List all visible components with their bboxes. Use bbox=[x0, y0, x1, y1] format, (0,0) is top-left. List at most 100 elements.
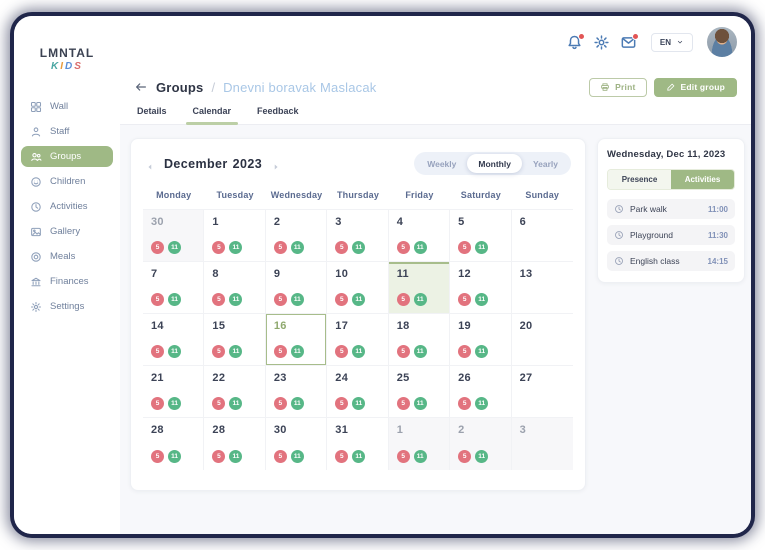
view-option-yearly[interactable]: Yearly bbox=[522, 154, 569, 173]
sidebar-item-groups[interactable]: Groups bbox=[21, 146, 113, 167]
tri-left-icon bbox=[145, 162, 155, 172]
calendar-day-cell[interactable]: 28511 bbox=[143, 418, 204, 470]
calendar-day-cell[interactable]: 17511 bbox=[327, 314, 388, 366]
prev-month-icon[interactable] bbox=[145, 159, 155, 169]
absent-count-badge: 5 bbox=[212, 345, 225, 358]
calendar-day-cell[interactable]: 16511 bbox=[266, 314, 327, 366]
sidebar-item-finances[interactable]: Finances bbox=[21, 271, 113, 292]
calendar-day-cell[interactable]: 13 bbox=[512, 262, 573, 314]
present-count-badge: 11 bbox=[475, 293, 488, 306]
activity-row[interactable]: Park walk11:00 bbox=[607, 199, 735, 219]
activity-name: Playground bbox=[630, 230, 673, 240]
present-count-badge: 11 bbox=[352, 345, 365, 358]
panel-tab-presence[interactable]: Presence bbox=[608, 170, 671, 189]
present-count-badge: 11 bbox=[291, 397, 304, 410]
calendar-day-cell[interactable]: 12511 bbox=[450, 262, 511, 314]
calendar-day-cell[interactable]: 21511 bbox=[143, 366, 204, 418]
activities-icon bbox=[30, 201, 42, 213]
calendar-day-cell[interactable]: 27 bbox=[512, 366, 573, 418]
calendar-day-cell[interactable]: 20 bbox=[512, 314, 573, 366]
present-count-badge: 11 bbox=[168, 241, 181, 254]
calendar-day-cell[interactable]: 28511 bbox=[204, 418, 265, 470]
day-badges: 511 bbox=[212, 397, 242, 410]
calendar-day-cell[interactable]: 23511 bbox=[266, 366, 327, 418]
weekday-label: Friday bbox=[389, 190, 450, 200]
absent-count-badge: 5 bbox=[397, 241, 410, 254]
activity-time: 11:30 bbox=[708, 231, 728, 240]
activity-time: 11:00 bbox=[708, 205, 728, 214]
edit-group-button[interactable]: Edit group bbox=[654, 78, 738, 97]
calendar-day-cell[interactable]: 2511 bbox=[450, 418, 511, 470]
panel-tab-activities[interactable]: Activities bbox=[671, 170, 734, 189]
calendar-day-cell[interactable]: 26511 bbox=[450, 366, 511, 418]
sidebar-item-children[interactable]: Children bbox=[21, 171, 113, 192]
calendar-day-cell[interactable]: 5511 bbox=[450, 210, 511, 262]
day-number: 9 bbox=[274, 268, 326, 280]
calendar-day-cell[interactable]: 30511 bbox=[143, 210, 204, 262]
calendar-day-cell[interactable]: 24511 bbox=[327, 366, 388, 418]
sidebar-item-gallery[interactable]: Gallery bbox=[21, 221, 113, 242]
calendar-day-cell[interactable]: 1511 bbox=[389, 418, 450, 470]
calendar-day-cell[interactable]: 1511 bbox=[204, 210, 265, 262]
calendar-day-cell[interactable]: 7511 bbox=[143, 262, 204, 314]
calendar-day-cell[interactable]: 15511 bbox=[204, 314, 265, 366]
calendar-day-cell[interactable]: 2511 bbox=[266, 210, 327, 262]
gear-icon[interactable] bbox=[593, 34, 610, 51]
calendar-day-cell[interactable]: 3 bbox=[512, 418, 573, 470]
calendar-day-cell[interactable]: 8511 bbox=[204, 262, 265, 314]
calendar-day-cell[interactable]: 10511 bbox=[327, 262, 388, 314]
view-option-weekly[interactable]: Weekly bbox=[416, 154, 467, 173]
mail-icon[interactable] bbox=[620, 34, 637, 51]
weekday-label: Sunday bbox=[512, 190, 573, 200]
calendar-day-cell[interactable]: 22 511 bbox=[204, 366, 265, 418]
tri-right-icon bbox=[271, 162, 281, 172]
day-badges: 511 bbox=[151, 241, 181, 254]
calendar-day-cell[interactable]: 14511 bbox=[143, 314, 204, 366]
view-option-monthly[interactable]: Monthly bbox=[467, 154, 522, 173]
present-count-badge: 11 bbox=[414, 450, 427, 463]
next-month-icon[interactable] bbox=[271, 159, 281, 169]
calendar-day-cell[interactable]: 19511 bbox=[450, 314, 511, 366]
calendar-day-cell[interactable]: 4511 bbox=[389, 210, 450, 262]
calendar-day-cell[interactable]: 30511 bbox=[266, 418, 327, 470]
sidebar-item-settings[interactable]: Settings bbox=[21, 296, 113, 317]
back-arrow-icon[interactable] bbox=[134, 80, 148, 94]
day-number: 2 bbox=[274, 216, 326, 228]
day-number: 2 bbox=[458, 424, 510, 436]
calendar-day-cell[interactable]: 31511 bbox=[327, 418, 388, 470]
activities-list: Park walk11:00 Playground 11:30 English cla… bbox=[607, 199, 735, 271]
logo-letter: D bbox=[65, 61, 74, 72]
language-selector[interactable]: EN bbox=[651, 33, 693, 52]
tab-calendar[interactable]: Calendar bbox=[190, 106, 235, 124]
app-logo: LMNTAL KIDS bbox=[14, 46, 120, 72]
breadcrumb-root[interactable]: Groups bbox=[156, 80, 203, 95]
sidebar-item-meals[interactable]: Meals bbox=[21, 246, 113, 267]
sidebar-item-label: Staff bbox=[50, 126, 69, 137]
screen: LMNTAL KIDS Wall Staff Groups Children Activ… bbox=[0, 0, 765, 550]
calendar-day-cell[interactable]: 3511 bbox=[327, 210, 388, 262]
day-number: 24 bbox=[335, 372, 387, 384]
calendar-day-cell[interactable]: 25511 bbox=[389, 366, 450, 418]
day-number: 19 bbox=[458, 320, 510, 332]
activity-row[interactable]: Playground 11:30 bbox=[607, 225, 735, 245]
calendar-day-cell[interactable]: 6 bbox=[512, 210, 573, 262]
calendar-day-cell[interactable]: 18511 bbox=[389, 314, 450, 366]
print-button[interactable]: Print bbox=[589, 78, 646, 97]
calendar-day-cell[interactable]: 11511 bbox=[389, 262, 450, 314]
user-avatar[interactable] bbox=[707, 27, 737, 57]
calendar-day-cell[interactable]: 9511 bbox=[266, 262, 327, 314]
tab-details[interactable]: Details bbox=[134, 106, 170, 124]
day-number: 30 bbox=[274, 424, 326, 436]
logo-letter: S bbox=[74, 61, 83, 72]
sidebar-item-staff[interactable]: Staff bbox=[21, 121, 113, 142]
sidebar-nav: Wall Staff Groups Children Activities Gallery… bbox=[14, 96, 120, 317]
activity-row[interactable]: English class14:15 bbox=[607, 251, 735, 271]
weekday-label: Wednesday bbox=[266, 190, 327, 200]
bell-icon[interactable] bbox=[566, 34, 583, 51]
sidebar-item-activities[interactable]: Activities bbox=[21, 196, 113, 217]
present-count-badge: 11 bbox=[229, 450, 242, 463]
day-number: 22 bbox=[212, 372, 264, 384]
weekday-label: Saturday bbox=[450, 190, 511, 200]
tab-feedback[interactable]: Feedback bbox=[254, 106, 302, 124]
sidebar-item-wall[interactable]: Wall bbox=[21, 96, 113, 117]
